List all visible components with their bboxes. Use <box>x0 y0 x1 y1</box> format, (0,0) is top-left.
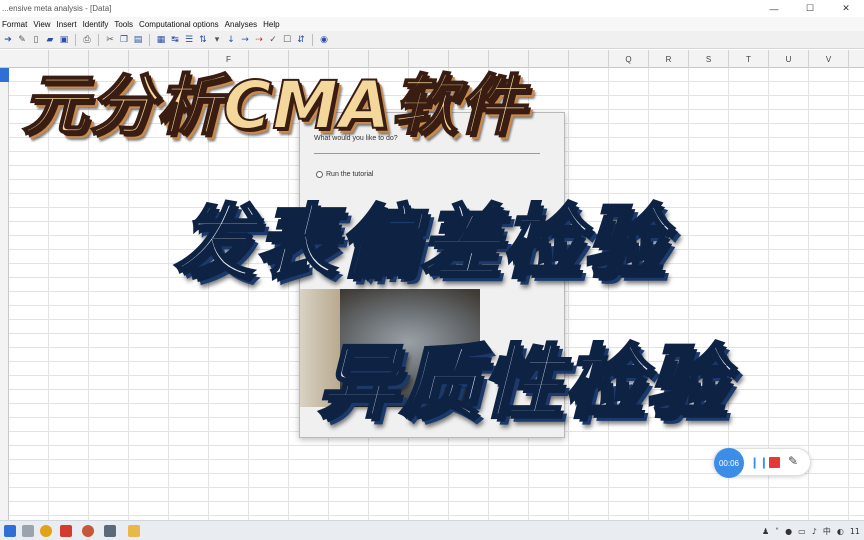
browser-icon[interactable] <box>82 525 94 537</box>
new-file-icon[interactable]: ▯ <box>30 34 42 46</box>
window-title: ...ensive meta analysis - [Data] <box>2 4 112 13</box>
stop-icon[interactable] <box>769 457 780 468</box>
pencil-icon[interactable]: ✎ <box>16 34 28 46</box>
run-icon[interactable]: ◉ <box>318 34 330 46</box>
menu-computational-options[interactable]: Computational options <box>137 20 223 29</box>
menu-view[interactable]: View <box>31 20 54 29</box>
maximize-button[interactable]: ☐ <box>792 0 828 17</box>
menu-tools[interactable]: Tools <box>112 20 137 29</box>
checkbox-icon[interactable]: ☐ <box>281 34 293 46</box>
overlay-subtitle-heterogeneity: 异质性检验 <box>317 335 728 431</box>
column-header[interactable]: R <box>649 50 689 68</box>
move-icon[interactable]: ↹ <box>169 34 181 46</box>
screen: ...ensive meta analysis - [Data] — ☐ ✕ F… <box>0 0 864 540</box>
pen-icon[interactable]: ✎ <box>788 454 798 468</box>
arrow-icon[interactable]: ➔ <box>2 34 14 46</box>
taskbar: ♟ ˄ ● ▭ ♪ 中 ◐ 11 <box>0 520 864 540</box>
pause-icon[interactable]: ❙❙ <box>750 456 768 469</box>
search-icon[interactable] <box>22 525 34 537</box>
red-arrow-icon[interactable]: ⇢ <box>253 34 265 46</box>
input-method-indicator[interactable]: 中 <box>823 526 831 537</box>
radio-icon[interactable] <box>316 171 323 178</box>
overlay-title: 元分析CMA软件 <box>21 66 526 145</box>
sort-icon[interactable]: ⇅ <box>197 34 209 46</box>
column-header[interactable]: V <box>809 50 849 68</box>
copy-icon[interactable]: ❐ <box>118 34 130 46</box>
cut-icon[interactable]: ✂ <box>104 34 116 46</box>
recording-timer: 00:06 <box>714 448 744 478</box>
toolbar-divider <box>75 33 76 46</box>
toolbar: ➔ ✎ ▯ ▰ ▣ ⎙ ✂ ❐ ▤ ▦ ↹ ☰ ⇅ ▾ ↓ → ⇢ ✓ ☐ ⇵ … <box>0 31 864 49</box>
title-bar: ...ensive meta analysis - [Data] — ☐ ✕ <box>0 0 864 17</box>
overlay-subtitle-publication-bias: 发表偏差检验 <box>173 195 666 291</box>
menu-format[interactable]: Format <box>0 20 31 29</box>
chrome-icon[interactable] <box>40 525 52 537</box>
volume-icon[interactable]: ♪ <box>812 527 817 536</box>
app-tray-icon[interactable]: ◐ <box>837 527 844 536</box>
minimize-button[interactable]: — <box>756 0 792 17</box>
menu-help[interactable]: Help <box>261 20 283 29</box>
radio-label: Run the tutorial <box>326 171 374 178</box>
system-tray: ♟ ˄ ● ▭ ♪ 中 ◐ 11 <box>762 521 860 540</box>
people-icon[interactable]: ♟ <box>762 527 769 536</box>
menu-bar: Format View Insert Identify Tools Comput… <box>0 17 864 31</box>
column-header[interactable] <box>569 50 609 68</box>
dialog-divider <box>314 153 540 154</box>
column-header[interactable]: U <box>769 50 809 68</box>
toolbar-divider <box>312 33 313 46</box>
calculator-icon[interactable] <box>104 525 116 537</box>
right-arrow-icon[interactable]: → <box>239 34 251 46</box>
toolbar-divider <box>98 33 99 46</box>
print-icon[interactable]: ⎙ <box>81 34 93 46</box>
table-icon[interactable]: ▦ <box>155 34 167 46</box>
column-header[interactable]: S <box>689 50 729 68</box>
dropdown-icon[interactable]: ▾ <box>211 34 223 46</box>
align-icon[interactable]: ☰ <box>183 34 195 46</box>
menu-insert[interactable]: Insert <box>55 20 81 29</box>
paste-icon[interactable]: ▤ <box>132 34 144 46</box>
screen-recorder-widget: 00:06 ❙❙ ✎ <box>713 448 811 478</box>
column-header[interactable]: T <box>729 50 769 68</box>
toolbar-divider <box>149 33 150 46</box>
radio-run-tutorial[interactable]: Run the tutorial <box>316 171 373 178</box>
folder-icon[interactable] <box>128 525 140 537</box>
selected-row-marker[interactable] <box>0 68 9 82</box>
clock[interactable]: 11 <box>850 527 860 536</box>
sort-az-icon[interactable]: ⇵ <box>295 34 307 46</box>
menu-identify[interactable]: Identify <box>81 20 113 29</box>
column-header[interactable]: Q <box>609 50 649 68</box>
close-button[interactable]: ✕ <box>828 0 864 17</box>
start-icon[interactable] <box>4 525 16 537</box>
window-controls: — ☐ ✕ <box>756 0 864 17</box>
network-icon[interactable]: ▭ <box>798 527 806 536</box>
down-arrow-icon[interactable]: ↓ <box>225 34 237 46</box>
wps-icon[interactable] <box>60 525 72 537</box>
check-icon[interactable]: ✓ <box>267 34 279 46</box>
wechat-icon[interactable]: ● <box>785 527 792 536</box>
menu-analyses[interactable]: Analyses <box>223 20 261 29</box>
chevron-up-icon[interactable]: ˄ <box>775 527 779 536</box>
column-header[interactable]: W <box>849 50 864 68</box>
column-header[interactable] <box>529 50 569 68</box>
save-icon[interactable]: ▣ <box>58 34 70 46</box>
row-headers <box>0 68 9 520</box>
open-folder-icon[interactable]: ▰ <box>44 34 56 46</box>
